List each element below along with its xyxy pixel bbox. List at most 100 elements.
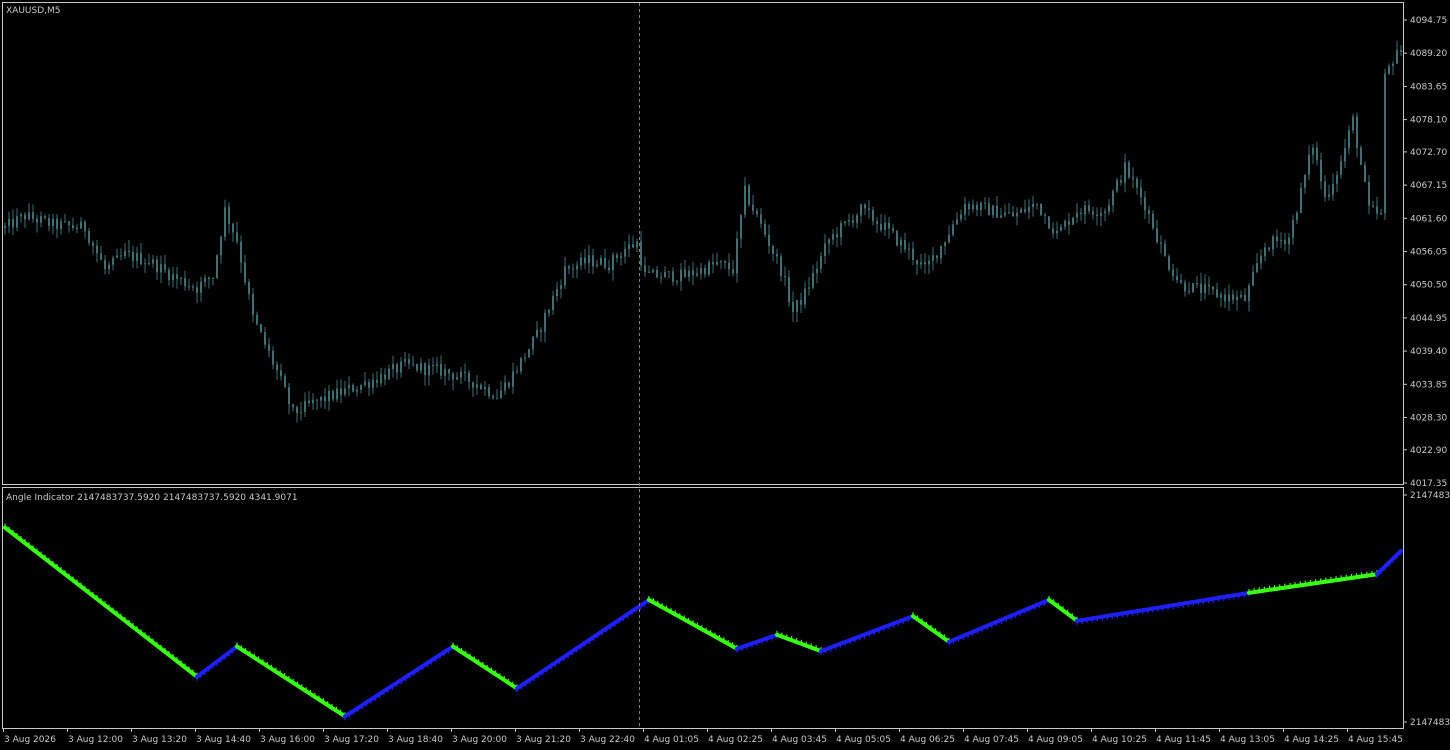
candle-body (668, 271, 670, 273)
candle-body (32, 212, 34, 219)
candle-body (1168, 256, 1170, 270)
candle-body (1344, 147, 1346, 162)
candle-body (1380, 213, 1382, 215)
candle-body (1352, 116, 1354, 131)
indicator-pane[interactable]: Angle Indicator 2147483737.5920 21474837… (2, 487, 1450, 729)
candle-body (936, 255, 938, 259)
indicator-tick-label: 21474837 (1410, 491, 1450, 501)
price-pane[interactable]: XAUUSD,M5 4094.754089.204083.654078.1040… (2, 2, 1448, 490)
candle-body (528, 349, 530, 358)
candle-body (928, 260, 930, 265)
time-tick-label: 4 Aug 03:45 (772, 735, 827, 745)
candle-body (208, 277, 210, 279)
candle-body (372, 379, 374, 388)
candle-body (408, 359, 410, 364)
candle-body (1140, 187, 1142, 198)
candle-body (504, 382, 506, 391)
indicator-segment-down (235, 644, 347, 719)
candle-body (76, 228, 78, 230)
candle-body (1056, 230, 1058, 234)
candle-body (1280, 240, 1282, 242)
candle-body (644, 265, 646, 272)
candle-body (1080, 212, 1082, 214)
candle-body (544, 313, 546, 332)
candle-body (840, 223, 842, 238)
candle-body (1024, 208, 1026, 212)
indicator-label: Angle Indicator 2147483737.5920 21474837… (6, 493, 298, 503)
candle-body (704, 268, 706, 275)
candle-body (1308, 154, 1310, 175)
candle-body (1364, 164, 1366, 182)
candle-body (812, 273, 814, 288)
price-tick-label: 4017.35 (1410, 479, 1447, 489)
candle-body (240, 241, 242, 263)
candle-body (992, 205, 994, 216)
candle-body (516, 371, 518, 373)
candle-body (1148, 210, 1150, 214)
candle-body (1092, 211, 1094, 215)
candle-body (1204, 284, 1206, 293)
candle-body (68, 221, 70, 226)
candle-body (248, 281, 250, 294)
candle-body (1356, 116, 1358, 148)
candle-body (888, 222, 890, 229)
candle-body (1176, 276, 1178, 281)
candle-body (1236, 296, 1238, 301)
candle-body (680, 269, 682, 282)
candle-body (96, 245, 98, 254)
candle-body (1272, 236, 1274, 250)
candle-body (1040, 203, 1042, 215)
candle-body (1084, 205, 1086, 214)
time-tick-label: 3 Aug 18:40 (388, 735, 443, 745)
candle-body (924, 262, 926, 265)
candle-body (1028, 207, 1030, 212)
candle-body (1196, 283, 1198, 285)
candle-body (72, 225, 74, 229)
candle-body (872, 210, 874, 222)
candle-body (196, 287, 198, 293)
candle-body (1120, 180, 1122, 183)
candle-body (1144, 197, 1146, 211)
candle-body (20, 214, 22, 217)
candle-body (944, 242, 946, 246)
candle-body (1216, 289, 1218, 298)
candle-body (1064, 221, 1066, 227)
candle-body (184, 278, 186, 287)
trading-chart[interactable]: XAUUSD,M5 4094.754089.204083.654078.1040… (0, 0, 1450, 750)
candle-body (44, 216, 46, 219)
candle-body (1316, 147, 1318, 160)
candle-body (1160, 242, 1162, 244)
candle-body (1400, 49, 1402, 52)
time-tick-label: 3 Aug 17:20 (324, 735, 379, 745)
candle-body (536, 329, 538, 337)
candle-body (8, 218, 10, 226)
indicator-segment-up (343, 644, 455, 719)
candle-body (508, 382, 510, 387)
candle-body (144, 263, 146, 265)
candle-body (256, 314, 258, 325)
candle-body (1212, 286, 1214, 290)
candle-body (120, 255, 122, 257)
candle-body (916, 260, 918, 265)
price-tick-label: 4022.90 (1410, 446, 1447, 456)
candle-body (964, 203, 966, 215)
indicator-segment-down (1247, 572, 1379, 595)
candle-body (116, 255, 118, 258)
time-tick-label: 3 Aug 20:00 (452, 735, 507, 745)
candle-body (468, 372, 470, 382)
candle-body (1192, 283, 1194, 293)
indicator-tick-label: 21474837 (1410, 718, 1450, 728)
candle-body (436, 363, 438, 366)
candle-body (1000, 215, 1002, 218)
time-tick-label: 4 Aug 13:05 (1220, 735, 1275, 745)
candle-body (656, 269, 658, 278)
candle-body (1076, 212, 1078, 218)
symbol-label: XAUUSD,M5 (6, 6, 61, 16)
candle-body (140, 253, 142, 265)
candle-body (348, 385, 350, 389)
candle-body (460, 371, 462, 378)
price-axis: 4094.75 4089.20 4083.65 4078.10 4072.70 4067.… (1403, 16, 1447, 489)
candle-body (912, 248, 914, 261)
candle-body (404, 359, 406, 362)
candle-body (640, 241, 642, 266)
